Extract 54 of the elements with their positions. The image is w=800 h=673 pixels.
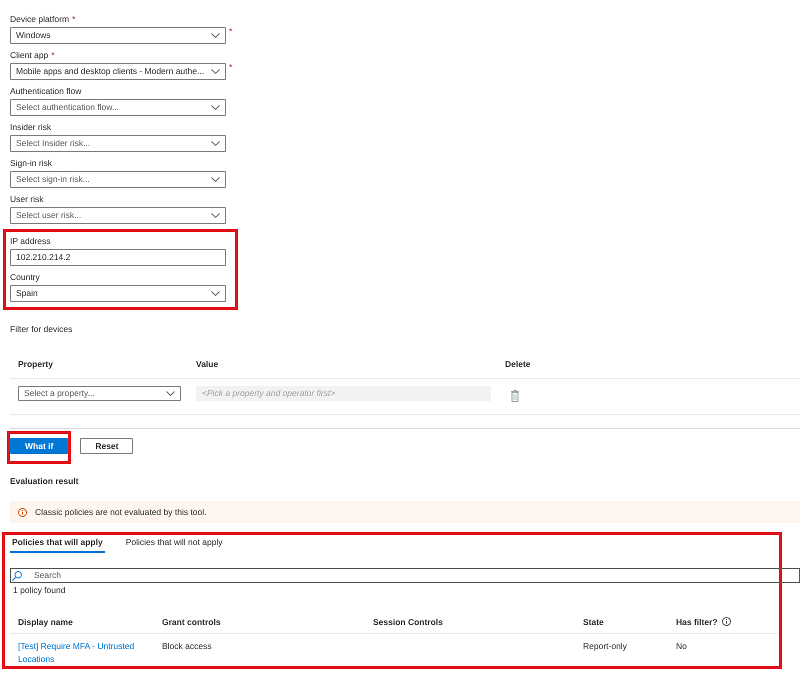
dropdown-field[interactable]: Select user risk... <box>10 207 226 224</box>
chevron-down-icon <box>211 33 220 38</box>
result-count: 1 policy found <box>13 584 66 596</box>
section-title: Evaluation result <box>10 475 78 487</box>
info-icon[interactable] <box>722 617 731 626</box>
policy-link[interactable]: [Test] Require MFA - Untrusted Locations <box>18 640 146 666</box>
column-header: Delete <box>505 358 531 370</box>
column-header: Value <box>196 358 218 370</box>
field-label: User risk <box>10 194 44 204</box>
field-label: Sign-in risk <box>10 158 52 168</box>
column-header: Property <box>18 358 53 370</box>
tab[interactable]: Policies that will not apply <box>124 535 225 553</box>
info-icon <box>18 508 27 516</box>
field-label: Country <box>10 272 40 282</box>
chevron-down-icon <box>211 177 220 182</box>
chevron-down-icon <box>211 105 220 110</box>
table-cell: Report-only <box>583 641 627 651</box>
dropdown-field[interactable]: Mobile apps and desktop clients - Modern authe... <box>10 63 226 80</box>
trash-icon[interactable] <box>511 390 519 402</box>
field-label: Device platform <box>10 14 70 24</box>
dropdown-field[interactable]: Select a property... <box>18 386 181 401</box>
dropdown-field[interactable]: Select authentication flow... <box>10 99 226 116</box>
column-header: Grant controls <box>162 616 221 628</box>
dropdown-field[interactable]: Select sign-in risk... <box>10 171 226 188</box>
dropdown-field[interactable]: Windows <box>10 27 226 44</box>
column-header: Display name <box>18 616 73 628</box>
chevron-down-icon <box>211 213 220 218</box>
field-label: Authentication flow <box>10 86 82 96</box>
reset-button[interactable]: Reset <box>80 438 134 454</box>
column-header: State <box>583 616 604 628</box>
field-label: IP address <box>10 236 50 246</box>
notice-text: Classic policies are not evaluated by this tool. <box>35 506 207 518</box>
section-title: Filter for devices <box>10 323 72 335</box>
chevron-down-icon <box>166 391 175 396</box>
required-mark: * <box>229 63 232 72</box>
required-mark: * <box>51 50 55 60</box>
search-icon <box>12 570 22 580</box>
run-button[interactable]: What if <box>10 438 68 454</box>
text-field[interactable]: 102.210.214.2 <box>10 249 226 266</box>
table-cell: Block access <box>162 641 212 651</box>
required-mark: * <box>72 14 76 24</box>
dropdown-field[interactable]: Spain <box>10 285 226 302</box>
column-header: Session Controls <box>373 616 443 628</box>
dropdown-field[interactable]: Select Insider risk... <box>10 135 226 152</box>
required-mark: * <box>229 27 232 36</box>
chevron-down-icon <box>211 141 220 146</box>
chevron-down-icon <box>211 291 220 296</box>
tab[interactable]: Policies that will apply <box>10 535 105 553</box>
table-cell: No <box>676 641 687 651</box>
column-header: Has filter? <box>676 616 718 628</box>
chevron-down-icon <box>211 69 220 74</box>
search-field[interactable]: Search <box>10 568 800 583</box>
field-label: Client app <box>10 50 48 60</box>
field-label: Insider risk <box>10 122 52 132</box>
